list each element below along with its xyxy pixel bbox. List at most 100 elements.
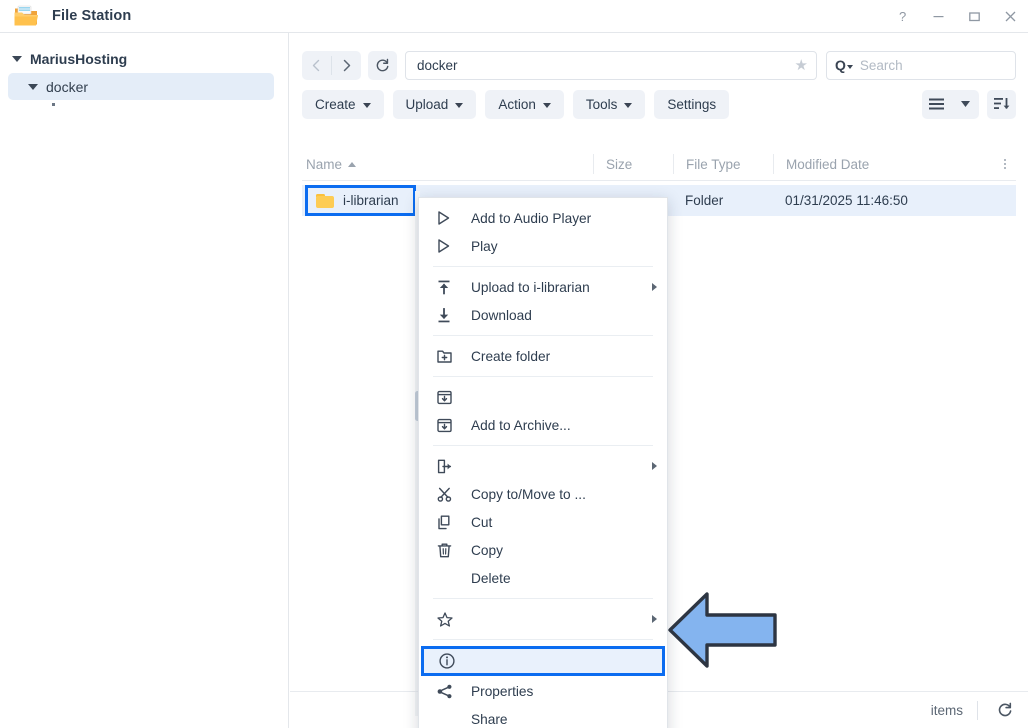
settings-button-label: Settings	[667, 96, 717, 112]
menu-item-add-to-archive[interactable]	[419, 383, 667, 411]
navigation-bar: docker ★ Q Search	[290, 46, 1028, 84]
tools-button[interactable]: Tools	[572, 89, 646, 119]
menu-item-properties[interactable]	[421, 646, 665, 676]
menu-item-compress-to-zip[interactable]: Add to Archive...	[419, 411, 667, 439]
menu-item-upload-to-i-librarian[interactable]: Upload to i-librarian	[419, 273, 667, 301]
search-input[interactable]: Q Search	[826, 50, 1016, 80]
column-header-filetype[interactable]: File Type	[673, 154, 773, 174]
upload-icon	[437, 278, 457, 296]
menu-item-rename[interactable]: Delete	[419, 564, 667, 592]
status-refresh-button[interactable]	[992, 697, 1018, 723]
context-menu: Add to Audio Player Play Upload to i-lib…	[418, 197, 668, 728]
scissors-icon	[437, 485, 457, 503]
menu-item-cut[interactable]: Copy to/Move to ...	[419, 480, 667, 508]
play-outline-icon	[437, 237, 457, 255]
menu-item-label: Add to Archive...	[471, 417, 571, 433]
column-header-modified-date-label: Modified Date	[786, 156, 870, 172]
copy-move-icon	[437, 457, 457, 475]
create-button[interactable]: Create	[302, 89, 384, 119]
folder-app-icon	[13, 4, 39, 28]
title-bar: File Station ?	[0, 0, 1028, 33]
maximize-button[interactable]	[956, 0, 992, 33]
menu-item-label: Cut	[471, 514, 493, 530]
chevron-down-icon[interactable]	[846, 64, 853, 69]
menu-item-create-file-request[interactable]: Share	[419, 705, 667, 728]
menu-item-label: Upload to i-librarian	[471, 279, 590, 295]
upload-button[interactable]: Upload	[392, 89, 477, 119]
download-icon	[437, 306, 457, 324]
tree-loading-dot	[52, 103, 55, 106]
submenu-arrow-icon	[652, 615, 657, 623]
no-icon	[437, 569, 457, 587]
path-input[interactable]: docker ★	[405, 50, 817, 80]
help-button[interactable]: ?	[884, 0, 920, 33]
column-header-modified-date[interactable]: Modified Date	[773, 154, 994, 174]
refresh-button[interactable]	[368, 50, 397, 80]
column-header-name[interactable]: Name	[302, 154, 593, 174]
window-controls: ?	[884, 0, 1028, 33]
file-station-window: File Station ? MariusHosting docker dock…	[0, 0, 1028, 728]
menu-divider	[433, 639, 653, 640]
copy-icon	[437, 513, 457, 531]
column-header-size[interactable]: Size	[593, 154, 673, 174]
list-view-icon[interactable]	[922, 90, 950, 119]
more-options-icon[interactable]	[994, 159, 1016, 169]
chevron-down-icon[interactable]	[28, 83, 38, 90]
menu-item-add-to-audio-player[interactable]: Add to Audio Player	[419, 204, 667, 232]
sidebar-item-mariushosting[interactable]: MariusHosting	[0, 45, 288, 73]
menu-item-label: Share	[471, 711, 508, 727]
menu-item-download[interactable]: Download	[419, 301, 667, 329]
trash-icon	[437, 541, 457, 559]
menu-item-create-folder[interactable]: Create folder	[419, 342, 667, 370]
view-dropdown-button[interactable]	[951, 90, 979, 119]
action-button[interactable]: Action	[485, 89, 564, 119]
menu-item-copy-to-move-to[interactable]	[419, 452, 667, 480]
forward-button[interactable]	[332, 51, 361, 80]
settings-button[interactable]: Settings	[654, 89, 730, 119]
sort-button[interactable]	[987, 89, 1016, 119]
menu-item-label: Add to Audio Player	[471, 210, 592, 226]
chevron-down-icon	[362, 102, 371, 108]
refresh-icon	[376, 58, 389, 71]
column-header-size-label: Size	[606, 156, 633, 172]
no-icon	[437, 710, 457, 728]
folder-icon	[316, 193, 334, 208]
new-folder-icon	[437, 347, 457, 365]
star-outline-icon	[437, 610, 457, 628]
share-nodes-icon	[437, 682, 457, 700]
star-icon[interactable]: ★	[795, 56, 808, 74]
action-button-label: Action	[498, 96, 536, 112]
toolbar: Create Upload Action Tools Settings	[290, 88, 1028, 120]
view-mode-group	[922, 89, 979, 119]
sidebar-item-label: MariusHosting	[30, 51, 128, 67]
menu-divider	[433, 335, 653, 336]
submenu-arrow-icon	[652, 462, 657, 470]
archive-icon	[437, 388, 457, 406]
tools-button-label: Tools	[585, 96, 618, 112]
close-button[interactable]	[992, 0, 1028, 33]
chevron-down-icon[interactable]	[12, 56, 22, 62]
column-header-filetype-label: File Type	[686, 156, 741, 172]
sidebar: MariusHosting docker	[0, 33, 289, 728]
sort-ascending-icon	[348, 161, 357, 167]
play-outline-icon	[437, 209, 457, 227]
upload-button-label: Upload	[405, 96, 449, 112]
menu-divider	[433, 376, 653, 377]
menu-item-copy[interactable]: Cut	[419, 508, 667, 536]
sidebar-item-docker[interactable]: docker	[8, 73, 274, 100]
cell-filetype: Folder	[685, 193, 724, 208]
sort-descending-icon	[993, 98, 1009, 109]
menu-item-delete[interactable]: Copy	[419, 536, 667, 564]
folder-name-highlight[interactable]: i-librarian	[305, 185, 416, 216]
menu-item-share[interactable]: Properties	[419, 677, 667, 705]
menu-item-label: Create folder	[471, 348, 551, 364]
history-nav-group	[302, 50, 361, 80]
menu-item-play[interactable]: Play	[419, 232, 667, 260]
chevron-down-icon	[542, 102, 551, 108]
minimize-button[interactable]	[920, 0, 956, 33]
menu-item-create-shortcut[interactable]	[419, 605, 667, 633]
status-divider	[977, 700, 978, 720]
cell-modified-date: 01/31/2025 11:46:50	[785, 193, 908, 208]
back-button[interactable]	[302, 51, 331, 80]
sidebar-item-label: docker	[46, 78, 89, 95]
